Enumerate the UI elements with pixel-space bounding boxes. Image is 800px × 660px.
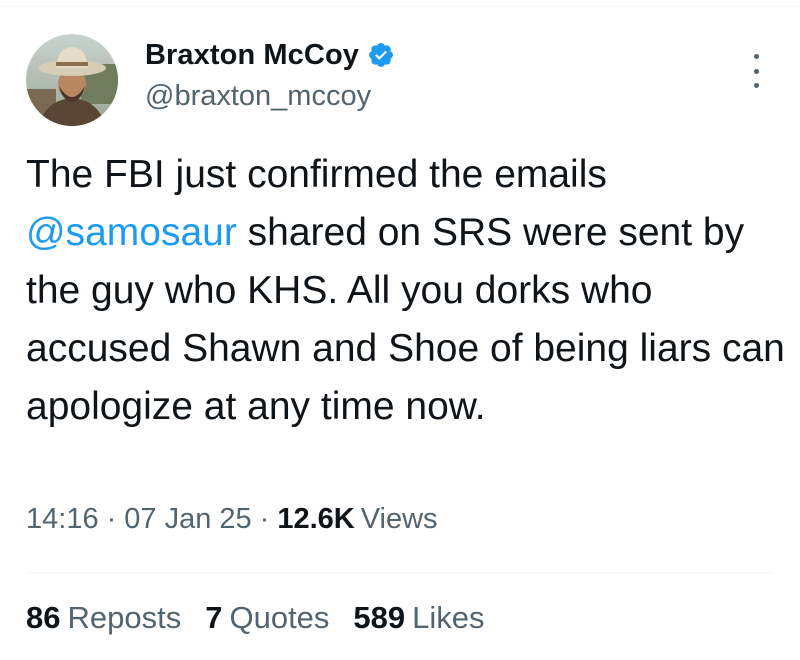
tweet-date[interactable]: 07 Jan 25 [124,503,251,536]
views-count: 12.6K [277,503,355,535]
more-dot [753,83,759,88]
likes-stat[interactable]: 589 Likes [353,600,484,636]
meta-separator: · [259,503,270,535]
likes-label: Likes [412,600,485,635]
reposts-label: Reposts [67,600,182,635]
more-dot [753,68,759,74]
tweet-meta: 14:16 · 07 Jan 25 · 12.6K Views [26,503,438,536]
tweet-text: The FBI just confirmed the emails @samos… [26,146,786,436]
meta-separator: · [106,503,117,535]
meta-divider [26,572,774,573]
top-divider [0,6,800,7]
avatar-image [26,34,118,126]
tweet-time[interactable]: 14:16 [26,503,99,536]
author-name-row: Braxton McCoy [145,36,395,74]
more-dot [753,54,759,59]
author-display-name[interactable]: Braxton McCoy [145,39,359,72]
likes-count: 589 [353,600,406,635]
author-handle[interactable]: @braxton_mccoy [145,80,371,113]
more-options-icon[interactable] [746,54,766,88]
engagement-stats: 86 Reposts 7 Quotes 589 Likes [26,600,509,636]
tweet-text-part1: The FBI just confirmed the emails [26,153,607,196]
mention-link[interactable]: @samosaur [26,211,237,254]
reposts-stat[interactable]: 86 Reposts [26,600,181,636]
reposts-count: 86 [26,600,61,635]
quotes-stat[interactable]: 7 Quotes [205,600,329,636]
views-label: Views [360,503,438,535]
verified-badge-icon [367,41,395,69]
avatar[interactable] [26,34,118,126]
quotes-label: Quotes [229,600,330,635]
quotes-count: 7 [205,600,223,635]
